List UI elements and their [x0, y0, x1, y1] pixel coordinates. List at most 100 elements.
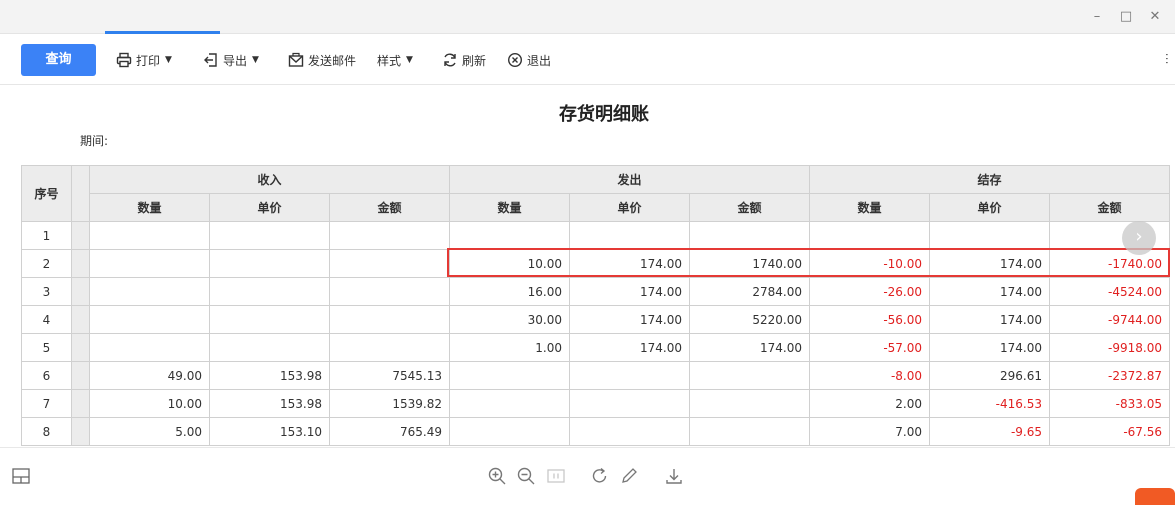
cell-out-amt[interactable] [689, 417, 810, 446]
cell-bal-amt[interactable]: -67.56 [1049, 417, 1170, 446]
cell-in-price[interactable] [209, 277, 330, 306]
table-row[interactable]: 1 [21, 221, 1170, 250]
cell-bal-qty[interactable]: -57.00 [809, 333, 930, 362]
cell-in-qty[interactable] [89, 333, 210, 362]
cell-bal-price[interactable]: -416.53 [929, 389, 1050, 418]
cell-in-price[interactable] [209, 221, 330, 250]
cell-bal-price[interactable] [929, 221, 1050, 250]
cell-out-price[interactable]: 174.00 [569, 277, 690, 306]
cell-bal-price[interactable]: 296.61 [929, 361, 1050, 390]
cell-bal-amt[interactable]: -9918.00 [1049, 333, 1170, 362]
cell-out-amt[interactable] [689, 361, 810, 390]
cell-out-price[interactable] [569, 221, 690, 250]
minimize-icon[interactable]: – [1088, 8, 1106, 26]
style-button[interactable]: 样式 ▼ [377, 50, 413, 70]
cell-out-qty[interactable] [449, 361, 570, 390]
cell-out-qty[interactable]: 16.00 [449, 277, 570, 306]
scroll-right-icon[interactable]: › [1122, 221, 1156, 255]
pencil-icon[interactable] [619, 466, 639, 486]
cell-in-amt[interactable]: 1539.82 [329, 389, 450, 418]
cell-bal-qty[interactable]: -8.00 [809, 361, 930, 390]
cell-in-amt[interactable]: 7545.13 [329, 361, 450, 390]
cell-out-amt[interactable]: 2784.00 [689, 277, 810, 306]
cell-in-qty[interactable] [89, 221, 210, 250]
cell-out-price[interactable]: 174.00 [569, 305, 690, 334]
cell-out-price[interactable] [569, 361, 690, 390]
cell-out-amt[interactable]: 174.00 [689, 333, 810, 362]
cell-in-amt[interactable] [329, 333, 450, 362]
cell-out-qty[interactable] [449, 389, 570, 418]
cell-out-qty[interactable]: 1.00 [449, 333, 570, 362]
cell-in-qty[interactable]: 5.00 [89, 417, 210, 446]
table-row[interactable]: 5 1.00 174.00 174.00 -57.00 174.00 -9918.00 [21, 333, 1170, 362]
query-button[interactable]: 查询 [21, 44, 96, 76]
cell-in-qty[interactable]: 10.00 [89, 389, 210, 418]
cell-bal-qty[interactable]: -26.00 [809, 277, 930, 306]
cell-out-qty[interactable] [449, 417, 570, 446]
cell-out-qty[interactable]: 10.00 [449, 249, 570, 278]
cell-in-amt[interactable] [329, 277, 450, 306]
export-button[interactable]: 导出 ▼ [203, 50, 259, 70]
table-row[interactable]: 4 30.00 174.00 5220.00 -56.00 174.00 -9744.00 [21, 305, 1170, 334]
cell-bal-amt[interactable]: -2372.87 [1049, 361, 1170, 390]
cell-out-price[interactable]: 174.00 [569, 333, 690, 362]
print-button[interactable]: 打印 ▼ [116, 50, 172, 70]
cell-bal-price[interactable]: 174.00 [929, 305, 1050, 334]
cell-bal-price[interactable]: -9.65 [929, 417, 1050, 446]
header-out-price: 单价 [569, 193, 690, 222]
close-icon[interactable]: ✕ [1146, 8, 1164, 26]
zoom-out-icon[interactable] [516, 466, 536, 486]
row-gap [71, 305, 90, 334]
cell-bal-qty[interactable]: 2.00 [809, 389, 930, 418]
table-row[interactable]: 3 16.00 174.00 2784.00 -26.00 174.00 -4524.00 [21, 277, 1170, 306]
layout-panel-icon[interactable] [11, 466, 31, 486]
cell-bal-amt[interactable]: -4524.00 [1049, 277, 1170, 306]
overflow-icon[interactable]: ⫶ [1165, 52, 1173, 68]
cell-in-amt[interactable] [329, 221, 450, 250]
cell-bal-price[interactable]: 174.00 [929, 249, 1050, 278]
cell-out-qty[interactable]: 30.00 [449, 305, 570, 334]
cell-bal-price[interactable]: 174.00 [929, 277, 1050, 306]
table-row[interactable]: 2 10.00 174.00 1740.00 -10.00 174.00 -1740.00 [21, 249, 1170, 278]
cell-in-amt[interactable] [329, 305, 450, 334]
download-icon[interactable] [664, 466, 684, 486]
cell-in-price[interactable]: 153.98 [209, 361, 330, 390]
cell-bal-price[interactable]: 174.00 [929, 333, 1050, 362]
cell-in-price[interactable]: 153.10 [209, 417, 330, 446]
cell-out-qty[interactable] [449, 221, 570, 250]
table-row[interactable]: 7 10.00 153.98 1539.82 2.00 -416.53 -833.05 [21, 389, 1170, 418]
fit-page-icon[interactable] [546, 466, 566, 486]
cell-in-price[interactable] [209, 333, 330, 362]
cell-in-price[interactable] [209, 249, 330, 278]
maximize-icon[interactable]: □ [1117, 8, 1135, 26]
cell-out-amt[interactable]: 5220.00 [689, 305, 810, 334]
cell-bal-qty[interactable]: -10.00 [809, 249, 930, 278]
cell-out-amt[interactable] [689, 389, 810, 418]
cell-out-price[interactable] [569, 417, 690, 446]
cell-out-amt[interactable] [689, 221, 810, 250]
refresh-button[interactable]: 刷新 [442, 50, 486, 70]
cell-in-qty[interactable] [89, 305, 210, 334]
cell-out-price[interactable]: 174.00 [569, 249, 690, 278]
cell-in-amt[interactable] [329, 249, 450, 278]
cell-out-amt[interactable]: 1740.00 [689, 249, 810, 278]
cell-bal-qty[interactable]: -56.00 [809, 305, 930, 334]
cell-in-qty[interactable] [89, 249, 210, 278]
cell-bal-amt[interactable]: -9744.00 [1049, 305, 1170, 334]
cell-in-amt[interactable]: 765.49 [329, 417, 450, 446]
cell-in-price[interactable]: 153.98 [209, 389, 330, 418]
cell-bal-qty[interactable]: 7.00 [809, 417, 930, 446]
cell-bal-qty[interactable] [809, 221, 930, 250]
cell-in-price[interactable] [209, 305, 330, 334]
cell-bal-amt[interactable]: -833.05 [1049, 389, 1170, 418]
rotate-icon[interactable] [590, 466, 610, 486]
table-row[interactable]: 8 5.00 153.10 765.49 7.00 -9.65 -67.56 [21, 417, 1170, 446]
cell-in-qty[interactable]: 49.00 [89, 361, 210, 390]
send-email-button[interactable]: 发送邮件 [288, 50, 356, 70]
zoom-in-icon[interactable] [487, 466, 507, 486]
cell-out-price[interactable] [569, 389, 690, 418]
cell-bal-amt[interactable]: -1740.00 [1049, 249, 1170, 278]
exit-button[interactable]: 退出 [507, 50, 551, 70]
table-row[interactable]: 6 49.00 153.98 7545.13 -8.00 296.61 -2372.87 [21, 361, 1170, 390]
cell-in-qty[interactable] [89, 277, 210, 306]
